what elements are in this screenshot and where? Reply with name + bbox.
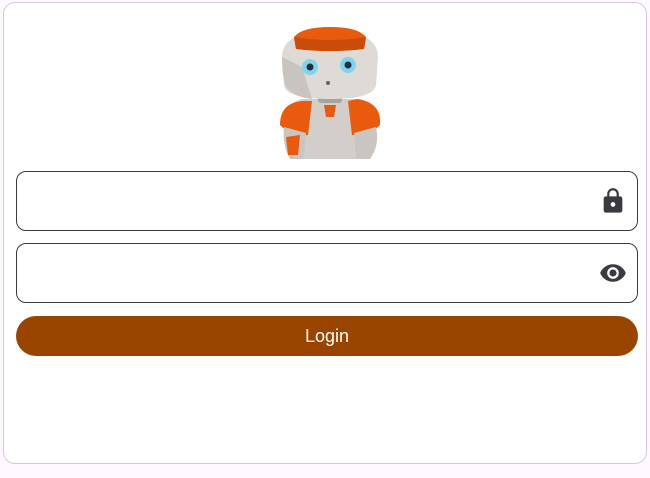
- login-card: Login: [3, 2, 647, 464]
- username-field[interactable]: [16, 171, 638, 232]
- password-input[interactable]: [33, 244, 597, 304]
- password-field[interactable]: [16, 243, 638, 304]
- robot-logo: [272, 27, 388, 159]
- eye-icon[interactable]: [599, 259, 627, 287]
- username-input[interactable]: [33, 172, 597, 232]
- lock-icon: [599, 187, 627, 215]
- login-button[interactable]: Login: [16, 316, 638, 356]
